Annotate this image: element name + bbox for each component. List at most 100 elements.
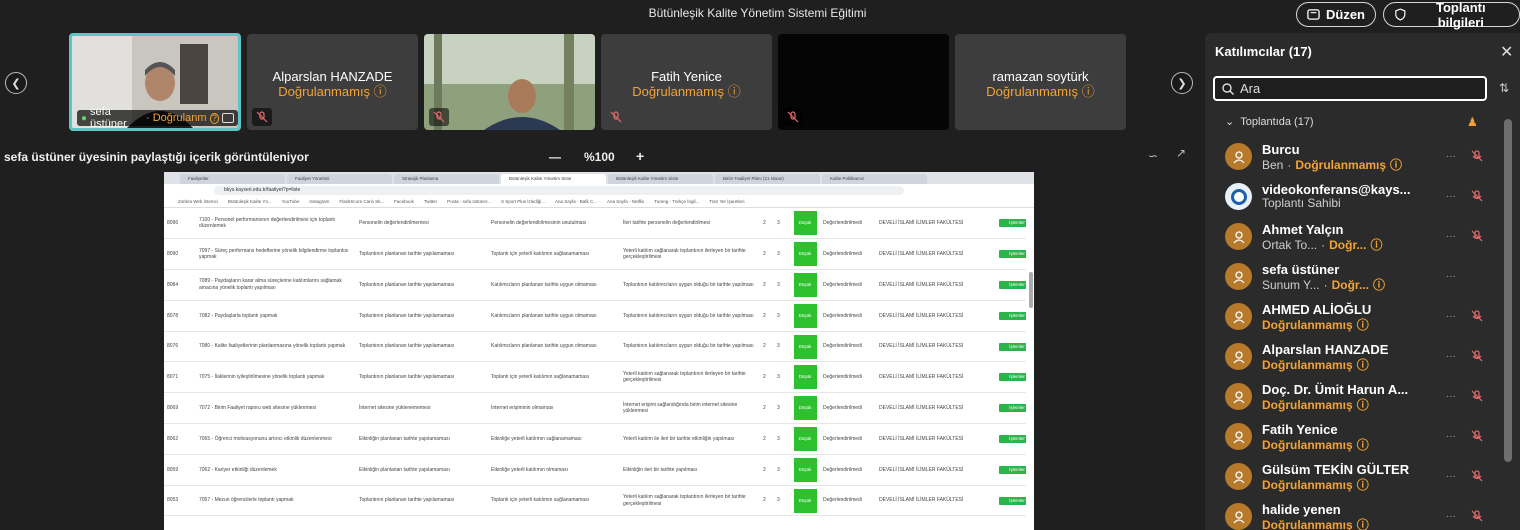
actions-button[interactable]: İşlemler: [999, 465, 1026, 474]
video-tile-guest[interactable]: [424, 34, 595, 130]
more-options-icon[interactable]: ···: [1446, 151, 1456, 162]
participant-sub: Toplantı Sahibi: [1262, 196, 1341, 210]
bookmark-item[interactable]: Twitter: [424, 199, 437, 204]
actions-button[interactable]: İşlemler: [999, 280, 1026, 289]
more-options-icon[interactable]: ···: [1446, 271, 1456, 282]
help-icon: ⓘ: [1081, 84, 1095, 99]
more-options-icon[interactable]: ···: [1446, 511, 1456, 522]
row-risk: Toplantının planlanan tarihte yapılamama…: [356, 485, 488, 517]
actions-button[interactable]: İşlemler: [999, 373, 1026, 382]
row-id: 8096: [164, 208, 196, 240]
more-options-icon[interactable]: ···: [1446, 471, 1456, 482]
row-a: 2: [760, 423, 774, 455]
close-panel-button[interactable]: ✕: [1500, 42, 1513, 62]
participant-row[interactable]: Alparslan HANZADE Doğrulanmamış ⓘ ···: [1225, 339, 1495, 379]
participant-row[interactable]: Gülsüm TEKİN GÜLTER Doğrulanmamış ⓘ ···: [1225, 459, 1495, 499]
risk-level-cell: Düşük: [790, 454, 820, 486]
address-bar[interactable]: bkys.kayseri.edu.tr/faaliyet?p=liste: [214, 185, 904, 195]
browser-tab[interactable]: Bütünleşik Kalite Yönetim Siste: [608, 174, 713, 184]
next-tiles-button[interactable]: ❯: [1171, 72, 1193, 94]
actions-button[interactable]: İşlemler: [999, 311, 1026, 320]
bookmark-item[interactable]: Posta - sefa üstüner...: [447, 199, 491, 204]
video-tile-ramazan[interactable]: ramazan soytürk Doğrulanmamış ⓘ: [955, 34, 1126, 130]
bookmark-item[interactable]: Ana Sayfa - Netflix: [607, 199, 644, 204]
row-action-cell: İşlemler: [996, 269, 1026, 301]
actions-button[interactable]: İşlemler: [999, 434, 1026, 443]
help-icon: ⓘ: [1390, 158, 1403, 172]
group-header[interactable]: ⌄ Toplantıda (17): [1225, 115, 1314, 129]
group-label: Toplantıda (17): [1240, 115, 1314, 128]
video-tile-alparslan[interactable]: Alparslan HANZADE Doğrulanmamış ⓘ: [247, 34, 418, 130]
browser-tab[interactable]: Faaliyet Yönetimi: [287, 174, 392, 184]
zoom-out-button[interactable]: —: [549, 150, 561, 164]
more-options-icon[interactable]: ···: [1446, 191, 1456, 202]
participant-row[interactable]: Ahmet Yalçın Ortak To... · Doğr... ⓘ ···: [1225, 219, 1495, 259]
browser-tab[interactable]: Bütünleşik Kalite Yönetim Siste: [501, 174, 606, 184]
fullscreen-icon[interactable]: ↗: [1176, 146, 1186, 160]
annotate-icon[interactable]: ∽: [1148, 149, 1158, 163]
bookmark-item[interactable]: Zimbra Web İstemci: [178, 199, 218, 204]
row-action-cell: İşlemler: [996, 454, 1026, 486]
row-a: 2: [760, 300, 774, 332]
row-id: 8084: [164, 269, 196, 301]
row-risk: Toplantının planlanan tarihte yapılamama…: [356, 331, 488, 363]
more-options-icon[interactable]: ···: [1446, 231, 1456, 242]
layout-button[interactable]: Düzen: [1296, 2, 1376, 27]
actions-button[interactable]: İşlemler: [999, 219, 1026, 228]
prev-tiles-button[interactable]: ❮: [5, 72, 27, 94]
bookmark-item[interactable]: Ana Sayfa - Bafk C...: [555, 199, 597, 204]
row-measure: Yeterli katılım sağlanarak toplantının i…: [620, 238, 760, 271]
risk-level-cell: Düşük: [790, 300, 820, 332]
bookmarks-bar: Zimbra Web İstemci Bütünleşik Kalite Yö..…: [164, 196, 1034, 208]
risk-level-badge: Düşük: [793, 365, 817, 390]
muted-mic-icon: [252, 108, 272, 126]
row-action-cell: İşlemler: [996, 300, 1026, 332]
row-a: 2: [760, 331, 774, 363]
participant-row[interactable]: sefa üstüner Sunum Y... · Doğr... ⓘ ···: [1225, 259, 1495, 299]
panel-scrollbar[interactable]: [1504, 119, 1512, 462]
bookmark-item[interactable]: YouTube: [282, 199, 300, 204]
row-task: 7072 - Birim Faaliyet raporu web sitesin…: [196, 392, 356, 425]
row-unit: DEVELİ İSLAMİ İLİMLER FAKÜLTESİ: [876, 361, 996, 394]
participant-row[interactable]: halide yenen Doğrulanmamış ⓘ ···: [1225, 499, 1495, 530]
bookmark-item[interactable]: Tureng - Türkçe İngil...: [654, 199, 699, 204]
bookmark-item[interactable]: Tüm Yer İşaretleri: [709, 199, 744, 204]
more-options-icon[interactable]: ···: [1446, 351, 1456, 362]
video-tile-dark[interactable]: [778, 34, 949, 130]
more-options-icon[interactable]: ···: [1446, 311, 1456, 322]
browser-tab[interactable]: Faaliyetler: [180, 174, 285, 184]
video-tile-fatih[interactable]: Fatih Yenice Doğrulanmamış ⓘ: [601, 34, 772, 130]
zoom-in-button[interactable]: +: [636, 148, 644, 164]
more-options-icon[interactable]: ···: [1446, 431, 1456, 442]
bookmark-item[interactable]: Facebook: [394, 199, 414, 204]
browser-tab[interactable]: Kalite Politikamız: [822, 174, 927, 184]
browser-tab[interactable]: Stratejik Planlama: [394, 174, 499, 184]
meeting-title: Bütünleşik Kalite Yönetim Sistemi Eğitim…: [648, 6, 867, 20]
meeting-info-button[interactable]: Toplantı bilgileri: [1383, 0, 1520, 30]
bookmark-item[interactable]: Instagram: [309, 199, 329, 204]
actions-button[interactable]: İşlemler: [999, 342, 1026, 351]
video-tile-sefa[interactable]: ● sefa üstüner · Doğrulanm ?: [69, 33, 241, 131]
tile-name: Alparslan HANZADE: [272, 69, 393, 84]
actions-button[interactable]: İşlemler: [999, 496, 1026, 505]
page-scrollbar[interactable]: [1029, 272, 1033, 308]
risk-level-cell: Düşük: [790, 361, 820, 394]
participant-search[interactable]: Ara: [1213, 76, 1487, 101]
participant-row[interactable]: videokonferans@kays... Toplantı Sahibi ···: [1225, 179, 1495, 219]
risk-level-badge: Düşük: [793, 488, 817, 513]
actions-button[interactable]: İşlemler: [999, 404, 1026, 413]
participant-row[interactable]: AHMED ALİOĞLU Doğrulanmamış ⓘ ···: [1225, 299, 1495, 339]
add-person-icon[interactable]: ♟: [1467, 115, 1478, 129]
row-id: 8069: [164, 392, 196, 425]
row-a: 2: [760, 454, 774, 486]
sort-button[interactable]: ⇅: [1499, 81, 1509, 95]
participant-row[interactable]: Doç. Dr. Ümit Harun A... Doğrulanmamış ⓘ ··…: [1225, 379, 1495, 419]
participant-row[interactable]: Fatih Yenice Doğrulanmamış ⓘ ···: [1225, 419, 1495, 459]
participant-row[interactable]: Burcu Ben · Doğrulanmamış ⓘ ···: [1225, 139, 1495, 179]
more-options-icon[interactable]: ···: [1446, 391, 1456, 402]
bookmark-item[interactable]: Bütünleşik Kalite Yö...: [228, 199, 272, 204]
browser-tab[interactable]: Birim Faaliyet Planı (21 Nisan): [715, 174, 820, 184]
actions-button[interactable]: İşlemler: [999, 250, 1026, 259]
bookmark-item[interactable]: FlashScore Canlı Sk...: [339, 199, 384, 204]
bookmark-item[interactable]: S Sport Plus İzlediği...: [501, 199, 545, 204]
